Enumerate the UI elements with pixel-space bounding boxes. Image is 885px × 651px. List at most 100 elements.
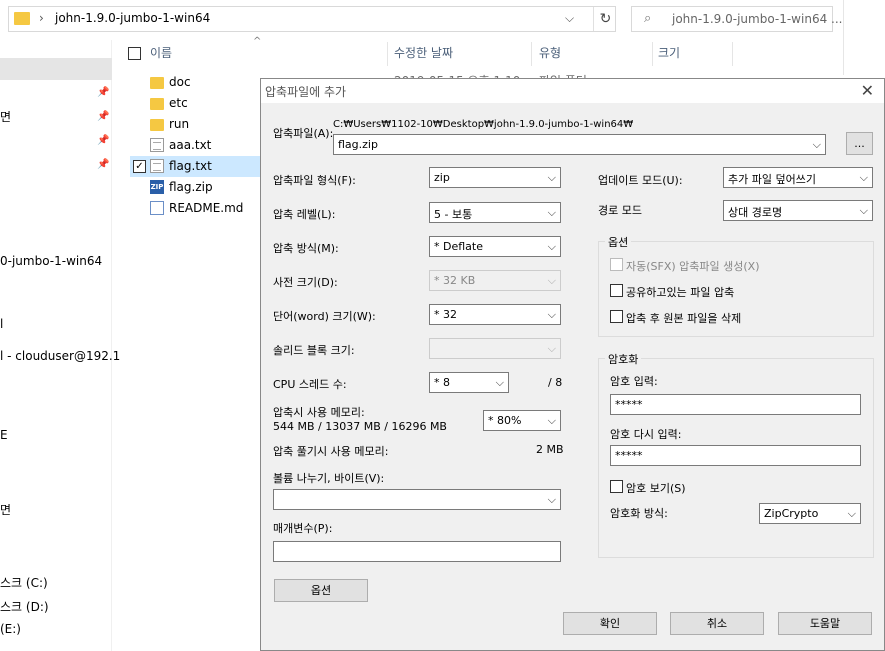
options-group-title: 옵션 — [605, 234, 632, 250]
encryption-method-combo[interactable]: ZipCrypto ⌵ — [759, 503, 861, 524]
pin-icon: 📌 — [97, 111, 110, 122]
file-row[interactable]: ZIP flag.zip — [130, 177, 262, 198]
cpu-combo[interactable]: * 8 ⌵ — [429, 372, 509, 393]
nav-item[interactable]: l - clouduser@192.1 — [0, 349, 120, 363]
chevron-down-icon: ⌵ — [547, 171, 556, 184]
dict-combo: * 32 KB ⌵ — [429, 270, 561, 291]
nav-item[interactable]: 면 — [0, 501, 11, 518]
browse-button[interactable]: ... — [846, 132, 873, 155]
file-row[interactable]: etc — [130, 93, 262, 114]
chevron-down-icon[interactable]: ⌵ — [565, 11, 574, 26]
file-name: doc — [169, 75, 191, 89]
file-name: README.md — [169, 201, 244, 215]
dict-label: 사전 크기(D): — [273, 276, 338, 289]
encryption-method-label: 암호화 방식: — [610, 507, 668, 520]
zip-file-icon: ZIP — [150, 180, 164, 194]
password-confirm-value: ***** — [615, 449, 643, 462]
chevron-down-icon: ⌵ — [812, 138, 821, 151]
nav-item-drive-e[interactable]: (E:) — [0, 622, 21, 636]
ok-button[interactable]: 확인 — [563, 612, 657, 635]
delete-after-label: 압축 후 원본 파일을 삭제 — [626, 312, 742, 325]
encryption-group-title: 암호화 — [605, 351, 642, 367]
chevron-down-icon: ⌵ — [495, 376, 504, 389]
memory-percent-value: * 80% — [488, 414, 522, 427]
format-value: zip — [434, 171, 450, 184]
parameters-label: 매개변수(P): — [273, 522, 333, 535]
nav-item-drive-d[interactable]: 스크 (D:) — [0, 598, 49, 615]
sfx-checkbox[interactable] — [610, 258, 623, 271]
method-label: 압축 방식(M): — [273, 242, 339, 255]
level-combo[interactable]: 5 - 보통 ⌵ — [429, 202, 561, 223]
file-name: flag.zip — [169, 180, 213, 194]
nav-item[interactable]: E — [0, 428, 8, 442]
column-header-type[interactable]: 유형 — [539, 44, 561, 61]
decompress-memory-value: 2 MB — [536, 443, 564, 456]
format-combo[interactable]: zip ⌵ — [429, 167, 561, 188]
file-row[interactable]: doc — [130, 72, 262, 93]
password-input[interactable]: ***** — [610, 394, 861, 415]
archive-name-combo[interactable]: flag.zip ⌵ — [333, 134, 826, 155]
nav-item-drive-c[interactable]: 스크 (C:) — [0, 574, 48, 591]
update-mode-label: 업데이트 모드(U): — [598, 174, 683, 187]
select-all-checkbox[interactable] — [128, 47, 141, 60]
nav-item[interactable]: 면 — [0, 108, 11, 125]
column-header-date[interactable]: 수정한 날짜 — [394, 44, 453, 61]
file-name: etc — [169, 96, 188, 110]
chevron-down-icon: ⌵ — [859, 171, 868, 184]
file-name: aaa.txt — [169, 138, 212, 152]
cpu-label: CPU 스레드 수: — [273, 378, 347, 391]
close-icon[interactable]: ✕ — [861, 81, 874, 100]
word-combo[interactable]: * 32 ⌵ — [429, 304, 561, 325]
password-label: 암호 입력: — [610, 375, 658, 388]
solid-label: 솔리드 블록 크기: — [273, 344, 355, 357]
parameters-input[interactable] — [273, 541, 561, 562]
options-button[interactable]: 옵션 — [274, 579, 368, 602]
decompress-memory-label: 압축 풀기시 사용 메모리: — [273, 445, 389, 458]
shared-files-label: 공유하고있는 파일 압축 — [626, 286, 735, 299]
chevron-down-icon: ⌵ — [547, 308, 556, 321]
show-password-checkbox[interactable] — [610, 480, 623, 493]
file-row[interactable]: README.md — [130, 198, 262, 219]
password-value: ***** — [615, 398, 643, 411]
volume-label: 볼륨 나누기, 바이트(V): — [273, 472, 385, 485]
method-combo[interactable]: * Deflate ⌵ — [429, 236, 561, 257]
text-file-icon — [150, 138, 164, 152]
column-separator[interactable] — [387, 42, 388, 66]
nav-item[interactable]: 0-jumbo-1-win64 — [0, 254, 102, 268]
delete-after-checkbox[interactable] — [610, 310, 623, 323]
password-confirm-input[interactable]: ***** — [610, 445, 861, 466]
column-separator[interactable] — [531, 42, 532, 66]
nav-item[interactable]: l — [0, 317, 3, 331]
update-mode-combo[interactable]: 추가 파일 덮어쓰기 ⌵ — [723, 167, 873, 188]
dict-value: * 32 KB — [434, 274, 476, 287]
sfx-label: 자동(SFX) 압축파일 생성(X) — [626, 260, 760, 273]
archive-name-value: flag.zip — [338, 138, 378, 151]
pin-icon: 📌 — [97, 87, 110, 98]
folder-icon — [14, 12, 30, 25]
column-header-size[interactable]: 크기 — [658, 44, 680, 61]
memory-percent-combo[interactable]: * 80% ⌵ — [483, 410, 561, 431]
column-separator[interactable] — [732, 42, 733, 66]
method-value: * Deflate — [434, 240, 483, 253]
file-row[interactable]: run — [130, 114, 262, 135]
volume-combo[interactable]: ⌵ — [273, 489, 561, 510]
address-bar[interactable]: › john-1.9.0-jumbo-1-win64 ⌵ ↻ — [8, 6, 616, 32]
folder-icon — [150, 77, 164, 89]
nav-selected-item[interactable] — [0, 58, 112, 80]
path-mode-combo[interactable]: 상대 경로명 ⌵ — [723, 200, 873, 221]
help-button[interactable]: 도움말 — [778, 612, 872, 635]
solid-combo: ⌵ — [429, 338, 561, 359]
row-checkbox[interactable]: ✓ — [133, 160, 146, 173]
chevron-down-icon: ⌵ — [859, 204, 868, 217]
column-header-name[interactable]: 이름 — [150, 44, 172, 61]
file-row[interactable]: aaa.txt — [130, 135, 262, 156]
refresh-icon[interactable]: ↻ — [593, 7, 617, 31]
memory-label: 압축시 사용 메모리: — [273, 406, 365, 419]
shared-files-checkbox[interactable] — [610, 284, 623, 297]
search-input[interactable]: ⌕ john-1.9.0-jumbo-1-win64 ... — [631, 6, 842, 32]
column-separator[interactable] — [652, 42, 653, 66]
dialog-titlebar[interactable]: 압축파일에 추가 ✕ — [261, 79, 884, 103]
update-mode-value: 추가 파일 덮어쓰기 — [728, 173, 816, 186]
file-row-selected[interactable]: ✓ flag.txt — [130, 156, 262, 177]
cancel-button[interactable]: 취소 — [670, 612, 764, 635]
